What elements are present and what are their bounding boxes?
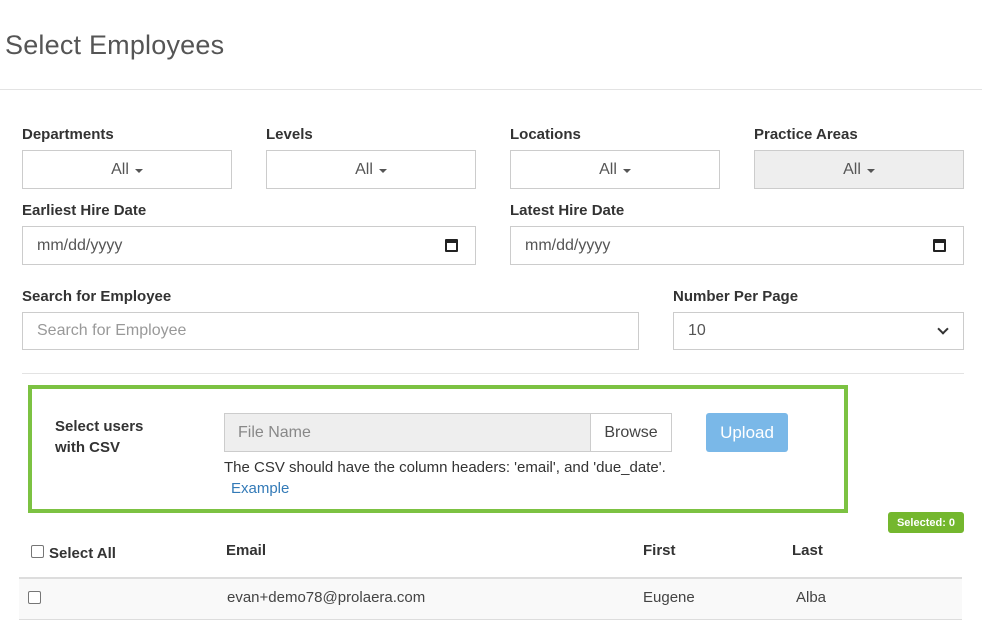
row-first-name: Eugene <box>643 589 695 606</box>
select-all-header[interactable]: Select All <box>49 545 116 562</box>
table-row[interactable]: evan+demo78@prolaera.com Eugene Alba <box>19 579 962 620</box>
browse-button[interactable]: Browse <box>590 413 672 452</box>
latest-hire-date-value: mm/dd/yyyy <box>525 236 611 254</box>
csv-upload-panel: Select users with CSV File Name Browse U… <box>28 385 848 513</box>
calendar-icon[interactable] <box>445 239 458 252</box>
search-employee-label: Search for Employee <box>22 288 172 305</box>
caret-down-icon <box>622 168 631 173</box>
practice-areas-label: Practice Areas <box>754 126 858 143</box>
number-per-page-select[interactable]: 10 <box>673 312 964 350</box>
first-column-header: First <box>643 542 676 559</box>
csv-example-link[interactable]: Example <box>231 480 289 497</box>
row-email: evan+demo78@prolaera.com <box>227 589 426 606</box>
row-select-checkbox[interactable] <box>28 591 41 604</box>
locations-label: Locations <box>510 126 581 143</box>
departments-value: All <box>111 160 129 178</box>
email-column-header: Email <box>226 542 267 559</box>
csv-help-text: The CSV should have the column headers: … <box>224 459 666 476</box>
select-all-checkbox[interactable] <box>31 545 44 558</box>
practice-areas-dropdown[interactable]: All <box>754 150 964 189</box>
search-employee-input[interactable]: Search for Employee <box>22 312 639 350</box>
selected-count-badge: Selected: 0 <box>888 512 964 533</box>
title-divider <box>0 89 982 90</box>
calendar-icon[interactable] <box>933 239 946 252</box>
last-column-header: Last <box>792 542 823 559</box>
caret-down-icon <box>866 168 875 173</box>
earliest-hire-date-input[interactable]: mm/dd/yyyy <box>22 226 476 265</box>
file-name-input[interactable]: File Name <box>224 413 591 452</box>
chevron-down-icon <box>937 323 949 335</box>
levels-dropdown[interactable]: All <box>266 150 476 189</box>
caret-down-icon <box>378 168 387 173</box>
levels-label: Levels <box>266 126 313 143</box>
number-per-page-value: 10 <box>688 322 706 339</box>
latest-hire-date-label: Latest Hire Date <box>510 202 625 219</box>
locations-value: All <box>599 160 617 178</box>
upload-button[interactable]: Upload <box>706 413 788 452</box>
departments-dropdown[interactable]: All <box>22 150 232 189</box>
practice-areas-value: All <box>843 160 861 178</box>
departments-label: Departments <box>22 126 114 143</box>
locations-dropdown[interactable]: All <box>510 150 720 189</box>
number-per-page-label: Number Per Page <box>673 288 799 305</box>
caret-down-icon <box>134 168 143 173</box>
file-name-placeholder: File Name <box>238 423 311 441</box>
earliest-hire-date-label: Earliest Hire Date <box>22 202 147 219</box>
latest-hire-date-input[interactable]: mm/dd/yyyy <box>510 226 964 265</box>
earliest-hire-date-value: mm/dd/yyyy <box>37 236 123 254</box>
section-divider <box>22 373 964 374</box>
row-last-name: Alba <box>796 589 827 606</box>
page-title: Select Employees <box>5 30 225 60</box>
levels-value: All <box>355 160 373 178</box>
search-employee-placeholder: Search for Employee <box>37 322 187 339</box>
csv-upload-label: Select users with CSV <box>55 418 144 456</box>
